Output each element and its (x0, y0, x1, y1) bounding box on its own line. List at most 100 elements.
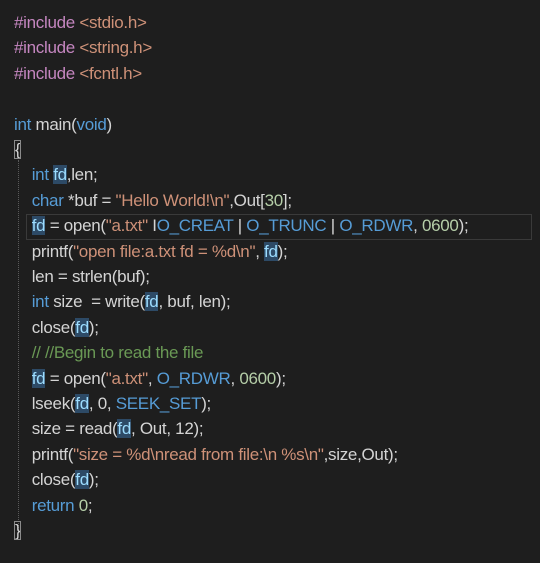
code-token: printf( (31, 241, 74, 261)
code-token: ) (106, 114, 113, 134)
code-token: | (326, 216, 340, 236)
code-line[interactable]: { (14, 137, 22, 162)
code-token: , (255, 241, 265, 261)
code-line[interactable]: #include <fcntl.h> (14, 61, 142, 86)
code-token: 0600 (239, 368, 276, 388)
code-token: ); (88, 470, 99, 490)
code-token: , (413, 216, 422, 236)
code-line[interactable]: int main(void) (14, 112, 112, 137)
code-token: O_RDWR (156, 368, 231, 388)
code-token: char (31, 190, 68, 210)
code-token: = open( (45, 216, 106, 236)
code-line[interactable]: return 0; (14, 493, 93, 518)
code-line[interactable]: printf("size = %d\nread from file:\n %s\… (14, 442, 398, 467)
code-line[interactable]: fd = open("a.txt" IO_CREAT | O_TRUNC | O… (14, 213, 469, 238)
code-token: printf( (31, 444, 74, 464)
code-token: , Out, 12); (130, 419, 204, 439)
code-token: ; (87, 495, 93, 515)
code-token: close( (31, 470, 76, 490)
code-line[interactable]: #include <stdio.h> (14, 10, 147, 35)
highlighted-variable-token: fd (31, 216, 46, 236)
code-token: *buf = (68, 190, 116, 210)
code-token: size = read( (31, 419, 118, 439)
highlighted-variable-token: fd (53, 165, 67, 185)
code-token: "a.txt" (105, 368, 148, 388)
code-token: close( (31, 317, 76, 337)
code-token: 30 (264, 190, 284, 210)
code-token: // //Begin to read the file (31, 343, 204, 363)
code-token: O_RDWR (339, 216, 414, 236)
code-token: #include (14, 63, 80, 83)
highlighted-variable-token: fd (264, 241, 278, 261)
code-token: , buf, len); (158, 292, 231, 312)
code-line[interactable]: size = read(fd, Out, 12); (14, 416, 204, 441)
code-line[interactable]: printf("open file:a.txt fd = %d\n", fd); (14, 239, 288, 264)
code-token: ); (458, 216, 469, 236)
code-token: ); (277, 241, 288, 261)
code-token: O_CREAT (156, 216, 234, 236)
code-token: O_TRUNC (246, 216, 327, 236)
code-line[interactable]: char *buf = "Hello World!\n",Out[30]; (14, 188, 292, 213)
code-line[interactable]: len = strlen(buf); (14, 264, 150, 289)
code-line[interactable]: int size = write(fd, buf, len); (14, 289, 231, 314)
code-token: "Hello World!\n" (115, 190, 230, 210)
code-line[interactable]: fd = open("a.txt", O_RDWR, 0600); (14, 366, 286, 391)
brace-token: } (14, 521, 22, 540)
code-line[interactable]: // //Begin to read the file (14, 340, 204, 365)
code-line[interactable]: lseek(fd, 0, SEEK_SET); (14, 391, 211, 416)
code-token: void (76, 114, 107, 134)
highlighted-variable-token: fd (75, 317, 89, 337)
code-token: ); (201, 394, 211, 413)
code-token: ); (88, 317, 99, 337)
code-token: #include (14, 13, 80, 32)
code-token: "a.txt" (105, 216, 148, 236)
highlighted-variable-token: fd (144, 292, 159, 312)
code-token: I (147, 216, 157, 236)
code-token: 0600 (421, 216, 459, 236)
code-token: size = write( (53, 292, 145, 312)
code-token: 0 (78, 495, 88, 515)
code-token: ,Out[ (229, 190, 265, 210)
code-token: ,size,Out); (323, 444, 398, 464)
code-token: lseek( (31, 394, 76, 413)
code-line[interactable]: close(fd); (14, 315, 99, 340)
code-token: <stdio.h> (79, 13, 147, 32)
code-token: "size = %d\nread from file:\n %s\n" (73, 444, 324, 464)
code-line[interactable]: #include <string.h> (14, 35, 152, 60)
code-token: , (230, 368, 240, 388)
code-token: int (31, 165, 54, 185)
code-line[interactable]: } (14, 518, 22, 543)
code-token: ]; (282, 190, 292, 210)
code-line[interactable]: close(fd); (14, 467, 99, 492)
code-token: | (233, 216, 247, 236)
code-token: int (14, 114, 36, 134)
highlighted-variable-token: fd (31, 368, 46, 388)
highlighted-variable-token: fd (117, 419, 131, 439)
code-token: main( (35, 114, 77, 134)
code-token: = open( (45, 368, 106, 388)
brace-token: { (14, 140, 22, 159)
code-line[interactable]: int fd,len; (14, 162, 98, 187)
code-token: ,len; (66, 165, 98, 185)
highlighted-variable-token: fd (75, 394, 89, 413)
code-token: #include (14, 38, 80, 58)
code-token: , 0, (88, 394, 116, 413)
code-editor[interactable]: #include <stdio.h> #include <string.h> #in… (0, 0, 540, 563)
code-token: return (31, 495, 79, 515)
code-token: <fcntl.h> (79, 63, 142, 83)
code-token: int (31, 292, 54, 312)
